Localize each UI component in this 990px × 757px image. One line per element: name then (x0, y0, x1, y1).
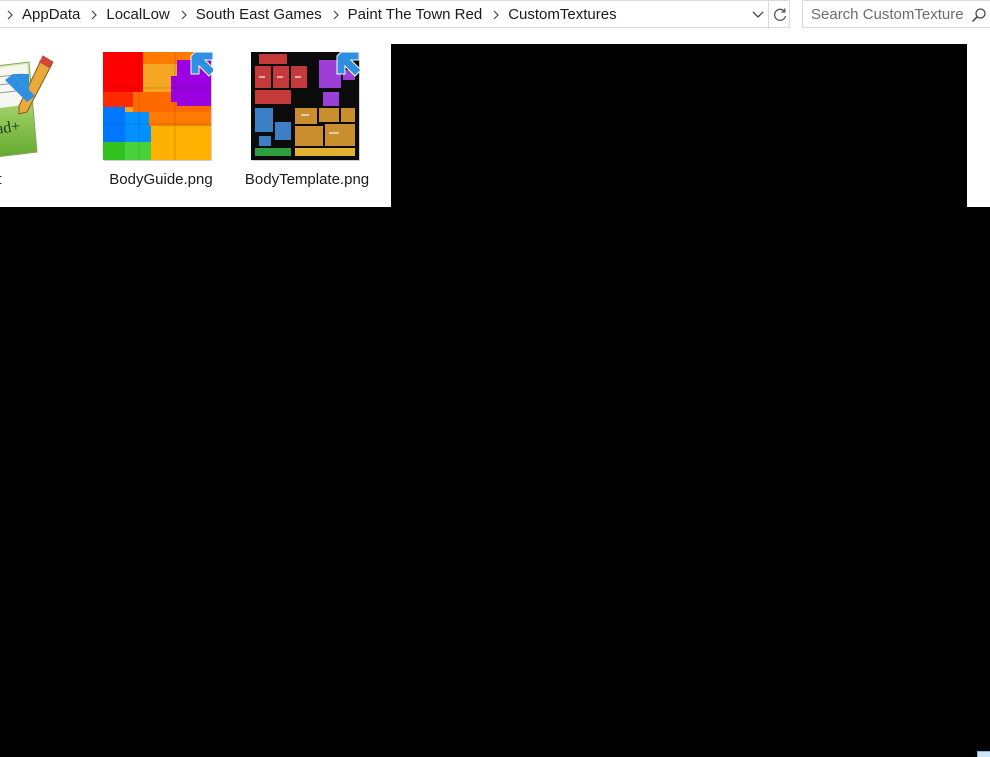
file-view-margin (0, 29, 391, 44)
notepad-plus-plus-icon: tepad+ (0, 55, 54, 157)
chevron-down-icon (752, 11, 764, 18)
address-history-dropdown[interactable] (748, 1, 768, 29)
chevron-right-icon[interactable] (84, 1, 104, 29)
file-view: tepad+ adme.txt (0, 44, 391, 207)
file-name: BodyGuide.png (109, 171, 213, 188)
breadcrumb-item-customtextures[interactable]: CustomTextures (506, 1, 620, 29)
chevron-right-icon[interactable] (0, 1, 20, 29)
refresh-icon (774, 8, 787, 21)
file-view-margin (391, 29, 967, 44)
breadcrumb-item-south-east-games[interactable]: South East Games (194, 1, 326, 29)
refresh-button[interactable] (768, 1, 790, 29)
file-view-margin (967, 29, 990, 207)
breadcrumb-item-paint-the-town-red[interactable]: Paint The Town Red (346, 1, 487, 29)
file-name: BodyTemplate.png (244, 171, 370, 188)
file-item-readme[interactable]: tepad+ adme.txt (0, 44, 66, 207)
search-icon[interactable] (971, 7, 987, 23)
address-bar[interactable]: AppData LocalLow South East Games Paint … (0, 0, 790, 29)
resize-grip[interactable] (977, 751, 990, 757)
search-input[interactable] (811, 4, 963, 24)
chevron-right-icon[interactable] (326, 1, 346, 29)
chevron-right-icon[interactable] (486, 1, 506, 29)
breadcrumb-item-locallow[interactable]: LocalLow (104, 1, 173, 29)
breadcrumb-item-appdata[interactable]: AppData (20, 1, 84, 29)
breadcrumb: AppData LocalLow South East Games Paint … (0, 1, 621, 29)
file-item-bodyguide[interactable]: BodyGuide.png (82, 44, 213, 207)
file-item-bodytemplate[interactable]: BodyTemplate.png (230, 44, 369, 207)
bodytemplate-thumbnail (251, 52, 361, 161)
navigation-bar: AppData LocalLow South East Games Paint … (0, 0, 990, 30)
file-explorer-window: AppData LocalLow South East Games Paint … (0, 0, 990, 757)
file-name: adme.txt (0, 170, 74, 190)
search-box (802, 0, 990, 28)
chevron-right-icon[interactable] (174, 1, 194, 29)
bodyguide-thumbnail (103, 52, 213, 161)
